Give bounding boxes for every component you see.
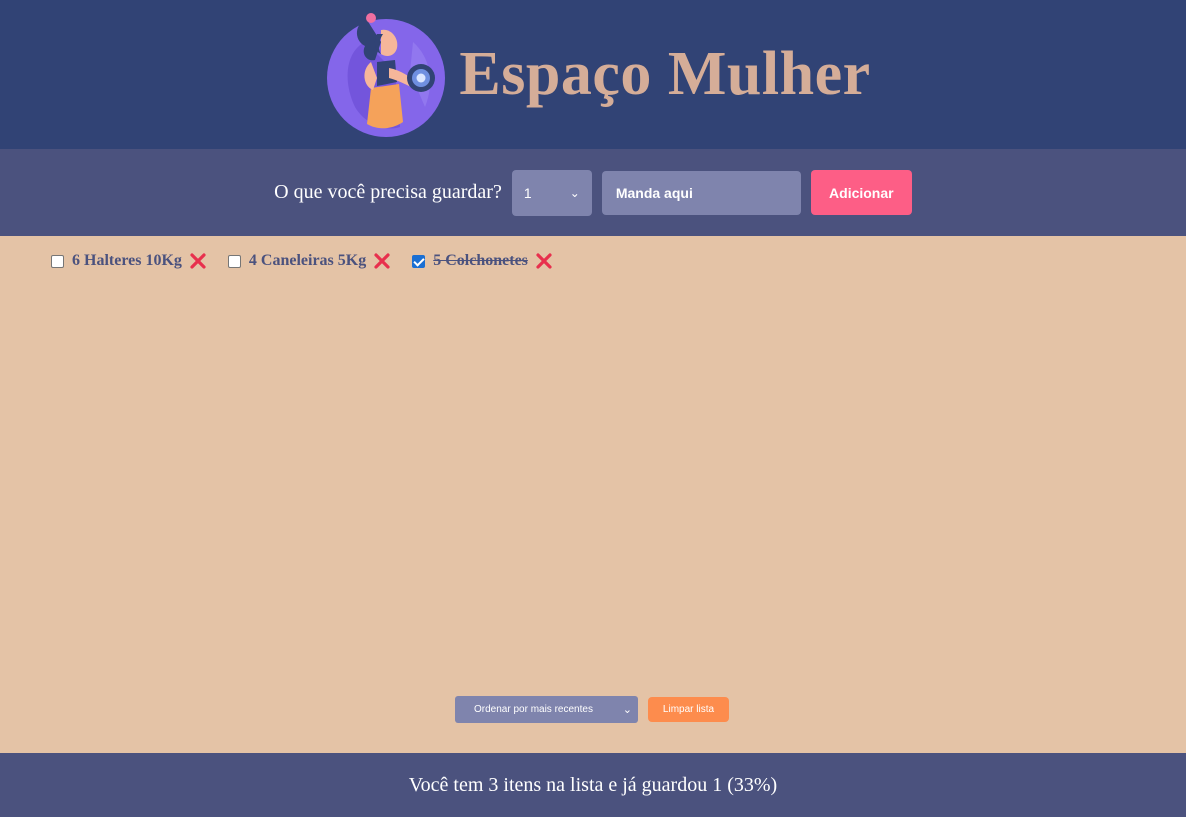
list-controls: Ordenar por mais recentes ⌄ Limpar lista <box>455 696 729 723</box>
clear-list-button[interactable]: Limpar lista <box>648 697 729 722</box>
app-header: Espaço Mulher <box>0 0 1186 149</box>
app-title: Espaço Mulher <box>459 40 871 108</box>
item-input[interactable]: Manda aqui <box>601 170 801 215</box>
item-list: 6 Halteres 10Kg 4 Caneleiras 5Kg 5 Colch… <box>51 252 553 270</box>
add-item-form: O que você precisa guardar? 1 ⌄ Manda aq… <box>0 149 1186 236</box>
delete-icon[interactable] <box>189 252 207 270</box>
brand: Espaço Mulher <box>325 12 870 138</box>
sort-selected-value: Ordenar por mais recentes <box>474 704 593 715</box>
item-label: 6 Halteres 10Kg <box>72 252 182 269</box>
delete-icon[interactable] <box>373 252 391 270</box>
chevron-down-icon: ⌄ <box>569 185 580 200</box>
add-button[interactable]: Adicionar <box>810 170 912 215</box>
list-item: 4 Caneleiras 5Kg <box>227 252 391 270</box>
item-checkbox[interactable] <box>412 254 426 268</box>
item-input-placeholder: Manda aqui <box>615 184 693 201</box>
item-checkbox[interactable] <box>227 254 241 268</box>
quantity-select[interactable]: 1 ⌄ <box>511 169 592 216</box>
woman-dumbbell-logo-icon <box>327 12 446 137</box>
item-label: 4 Caneleiras 5Kg <box>248 252 367 269</box>
chevron-down-icon: ⌄ <box>622 704 632 716</box>
item-checkbox[interactable] <box>51 254 64 268</box>
stats-text: Você tem 3 itens na lista e já guardou 1… <box>408 773 778 796</box>
item-label: 5 Colchonetes <box>433 252 528 269</box>
delete-icon[interactable] <box>535 252 553 270</box>
list-item: 6 Halteres 10Kg <box>51 252 207 270</box>
sort-select[interactable]: Ordenar por mais recentes ⌄ <box>455 696 638 723</box>
quantity-value: 1 <box>523 184 532 201</box>
stats-footer: Você tem 3 itens na lista e já guardou 1… <box>0 753 1186 817</box>
form-label: O que você precisa guardar? <box>274 181 502 203</box>
list-item: 5 Colchonetes <box>412 252 553 270</box>
